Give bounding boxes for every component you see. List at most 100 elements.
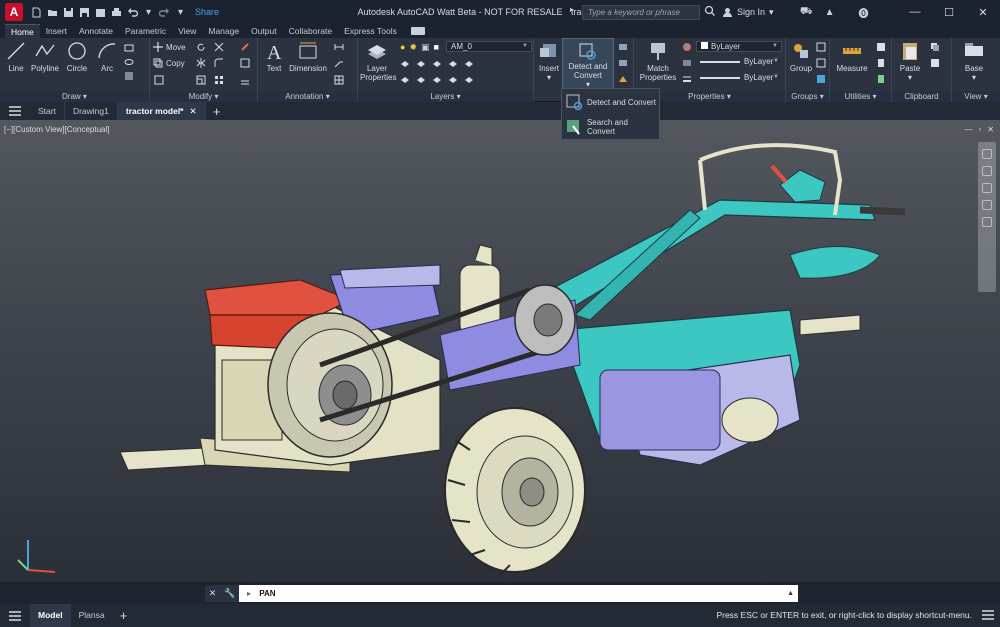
help-icon[interactable]: ⓿ bbox=[859, 5, 869, 20]
close-button[interactable]: ✕ bbox=[966, 0, 1000, 24]
offset-icon[interactable] bbox=[240, 75, 250, 85]
layers-panel-label[interactable]: Layers ▾ bbox=[358, 91, 533, 102]
block-attribute-icon[interactable] bbox=[618, 74, 628, 84]
layout-tab-model[interactable]: Model bbox=[30, 604, 71, 627]
groups-panel-label[interactable]: Groups ▾ bbox=[786, 91, 829, 102]
print-icon[interactable] bbox=[111, 7, 122, 18]
layer-thaw-icon[interactable] bbox=[416, 74, 426, 84]
array-icon[interactable] bbox=[214, 75, 224, 85]
erase-icon[interactable] bbox=[240, 42, 250, 52]
line-button[interactable]: Line bbox=[4, 40, 28, 73]
annotation-panel-label[interactable]: Annotation ▾ bbox=[258, 91, 357, 102]
mirror-icon[interactable] bbox=[196, 58, 206, 68]
doc-tab-start[interactable]: Start bbox=[30, 102, 65, 120]
quick-select-icon[interactable] bbox=[876, 42, 886, 52]
layer-color-icon[interactable]: ■ bbox=[434, 42, 439, 53]
move-button[interactable]: Move bbox=[153, 42, 186, 52]
cut-icon[interactable] bbox=[930, 58, 940, 68]
fillet-icon[interactable] bbox=[214, 58, 224, 68]
open-folder-icon[interactable] bbox=[47, 7, 58, 18]
lightbulb-icon[interactable]: ● bbox=[400, 42, 405, 53]
stretch-icon[interactable] bbox=[154, 75, 164, 85]
utilities-panel-label[interactable]: Utilities ▾ bbox=[830, 91, 891, 102]
tractor-model[interactable] bbox=[0, 120, 1000, 582]
layer-lock-icon[interactable] bbox=[448, 58, 458, 68]
view-panel-label[interactable]: View ▾ bbox=[952, 91, 1000, 102]
undo-icon[interactable] bbox=[127, 7, 138, 18]
arc-button[interactable]: Arc bbox=[94, 40, 120, 73]
color-wheel-icon[interactable] bbox=[682, 42, 692, 52]
dimension-button[interactable]: Dimension bbox=[288, 40, 328, 73]
new-layout-button[interactable]: + bbox=[113, 608, 135, 623]
copy-button[interactable]: Copy bbox=[153, 58, 185, 68]
lineweight-dropdown[interactable]: ByLayer ▼ bbox=[696, 73, 782, 84]
search-input[interactable]: Type a keyword or phrase bbox=[582, 5, 700, 20]
measure-button[interactable]: Measure bbox=[834, 40, 870, 73]
trim-icon[interactable] bbox=[214, 42, 224, 52]
tab-parametric[interactable]: Parametric bbox=[119, 24, 172, 38]
ungroup-icon[interactable] bbox=[816, 42, 826, 52]
search-expand-icon[interactable]: ▸ bbox=[570, 5, 574, 14]
tab-output[interactable]: Output bbox=[245, 24, 283, 38]
create-block-icon[interactable] bbox=[618, 42, 628, 52]
flyout-detect-and-convert[interactable]: Detect and Convert bbox=[565, 91, 658, 113]
edit-block-icon[interactable] bbox=[618, 58, 628, 68]
file-tabs-menu-icon[interactable] bbox=[0, 102, 30, 120]
layer-dropdown[interactable]: AM_0 ▼ bbox=[446, 41, 532, 52]
layer-unisolate-icon[interactable] bbox=[400, 74, 410, 84]
insert-button[interactable]: Insert ▾ bbox=[536, 40, 562, 82]
tab-home[interactable]: Home bbox=[5, 24, 40, 38]
draw-panel-label[interactable]: Draw ▾ bbox=[0, 91, 149, 102]
polyline-button[interactable]: Polyline bbox=[30, 40, 60, 73]
explode-icon[interactable] bbox=[240, 58, 250, 68]
group-button[interactable]: Group bbox=[788, 40, 814, 73]
close-tab-icon[interactable]: ✕ bbox=[189, 102, 196, 120]
rectangle-icon[interactable] bbox=[124, 43, 134, 53]
drawing-viewport[interactable]: [−][Custom View][Conceptual] — ▫ ✕ bbox=[0, 120, 1000, 582]
linetype-dropdown[interactable]: ByLayer ▼ bbox=[696, 57, 782, 68]
undo-dropdown-icon[interactable]: ▾ bbox=[143, 7, 154, 18]
tab-manage[interactable]: Manage bbox=[202, 24, 245, 38]
ribbon-toggle-icon[interactable] bbox=[410, 27, 425, 35]
search-icon[interactable] bbox=[704, 4, 716, 18]
paste-button[interactable]: Paste ▾ bbox=[896, 40, 924, 82]
tab-express-tools[interactable]: Express Tools bbox=[338, 24, 403, 38]
flyout-search-and-convert[interactable]: Search and Convert bbox=[565, 116, 658, 138]
tab-view[interactable]: View bbox=[172, 24, 202, 38]
group-edit-icon[interactable] bbox=[816, 58, 826, 68]
cart-icon[interactable]: ⛟ bbox=[800, 6, 813, 19]
layer-unlock-icon[interactable] bbox=[448, 74, 458, 84]
share-button[interactable]: Share bbox=[192, 7, 219, 17]
tab-collaborate[interactable]: Collaborate bbox=[283, 24, 338, 38]
command-close-icon[interactable]: ✕ bbox=[209, 588, 217, 599]
save-as-icon[interactable] bbox=[79, 7, 90, 18]
layer-freeze-icon[interactable] bbox=[416, 58, 426, 68]
lock-icon[interactable]: ▣ bbox=[421, 42, 430, 53]
rotate-icon[interactable] bbox=[196, 42, 206, 52]
layer-current-icon[interactable] bbox=[464, 74, 474, 84]
clipboard-panel-label[interactable]: Clipboard bbox=[892, 91, 951, 102]
layer-isolate-icon[interactable] bbox=[400, 58, 410, 68]
customize-status-icon[interactable] bbox=[982, 610, 994, 620]
minimize-button[interactable]: — bbox=[898, 0, 932, 24]
color-dropdown[interactable]: ByLayer ▼ bbox=[696, 41, 782, 52]
layout-menu-icon[interactable] bbox=[0, 604, 30, 627]
lineweight-icon[interactable] bbox=[682, 74, 692, 84]
layout-tab-plansa[interactable]: Plansa bbox=[71, 604, 113, 627]
new-file-icon[interactable] bbox=[31, 7, 42, 18]
ellipse-icon[interactable] bbox=[124, 57, 134, 67]
maximize-button[interactable]: ☐ bbox=[932, 0, 966, 24]
scale-icon[interactable] bbox=[196, 75, 206, 85]
leader-icon[interactable] bbox=[334, 58, 344, 68]
text-button[interactable]: A Text bbox=[262, 40, 286, 73]
hatch-icon[interactable] bbox=[124, 71, 134, 81]
command-customize-icon[interactable]: 🔧 bbox=[224, 588, 235, 599]
redo-icon[interactable] bbox=[159, 7, 170, 18]
linetype-icon[interactable] bbox=[682, 58, 692, 68]
save-web-icon[interactable] bbox=[95, 7, 106, 18]
layer-on-icon[interactable] bbox=[432, 74, 442, 84]
a360-icon[interactable]: ▲ bbox=[825, 7, 835, 18]
new-tab-button[interactable]: + bbox=[206, 104, 228, 119]
layer-off-icon[interactable] bbox=[432, 58, 442, 68]
save-icon[interactable] bbox=[63, 7, 74, 18]
